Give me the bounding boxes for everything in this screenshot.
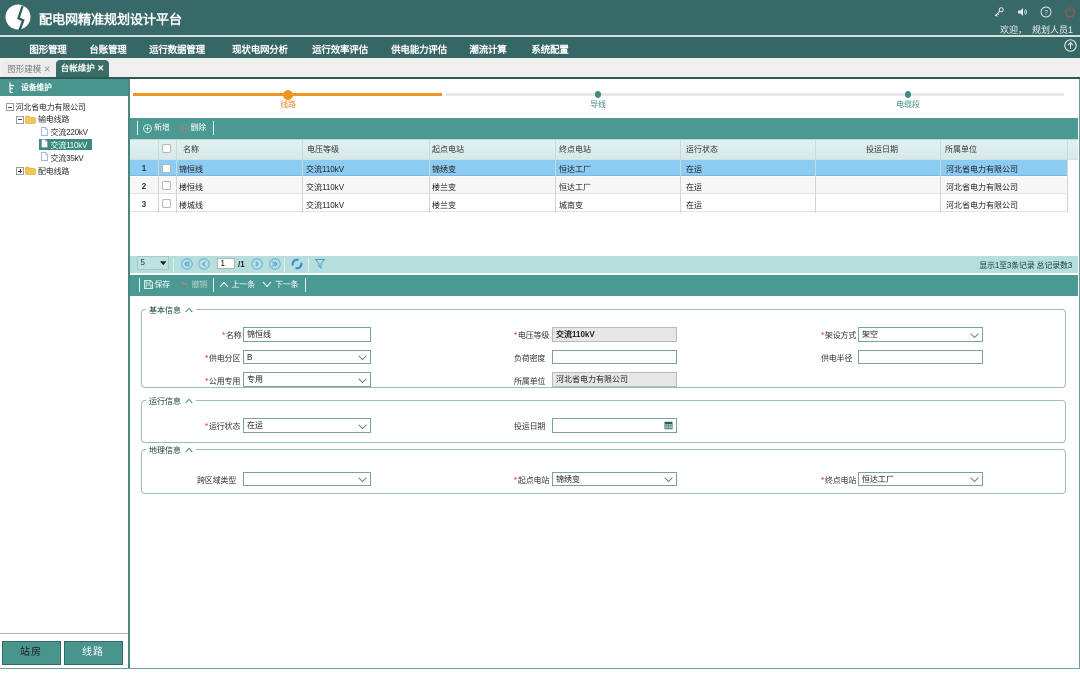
svg-text:?: ? xyxy=(1044,10,1048,17)
